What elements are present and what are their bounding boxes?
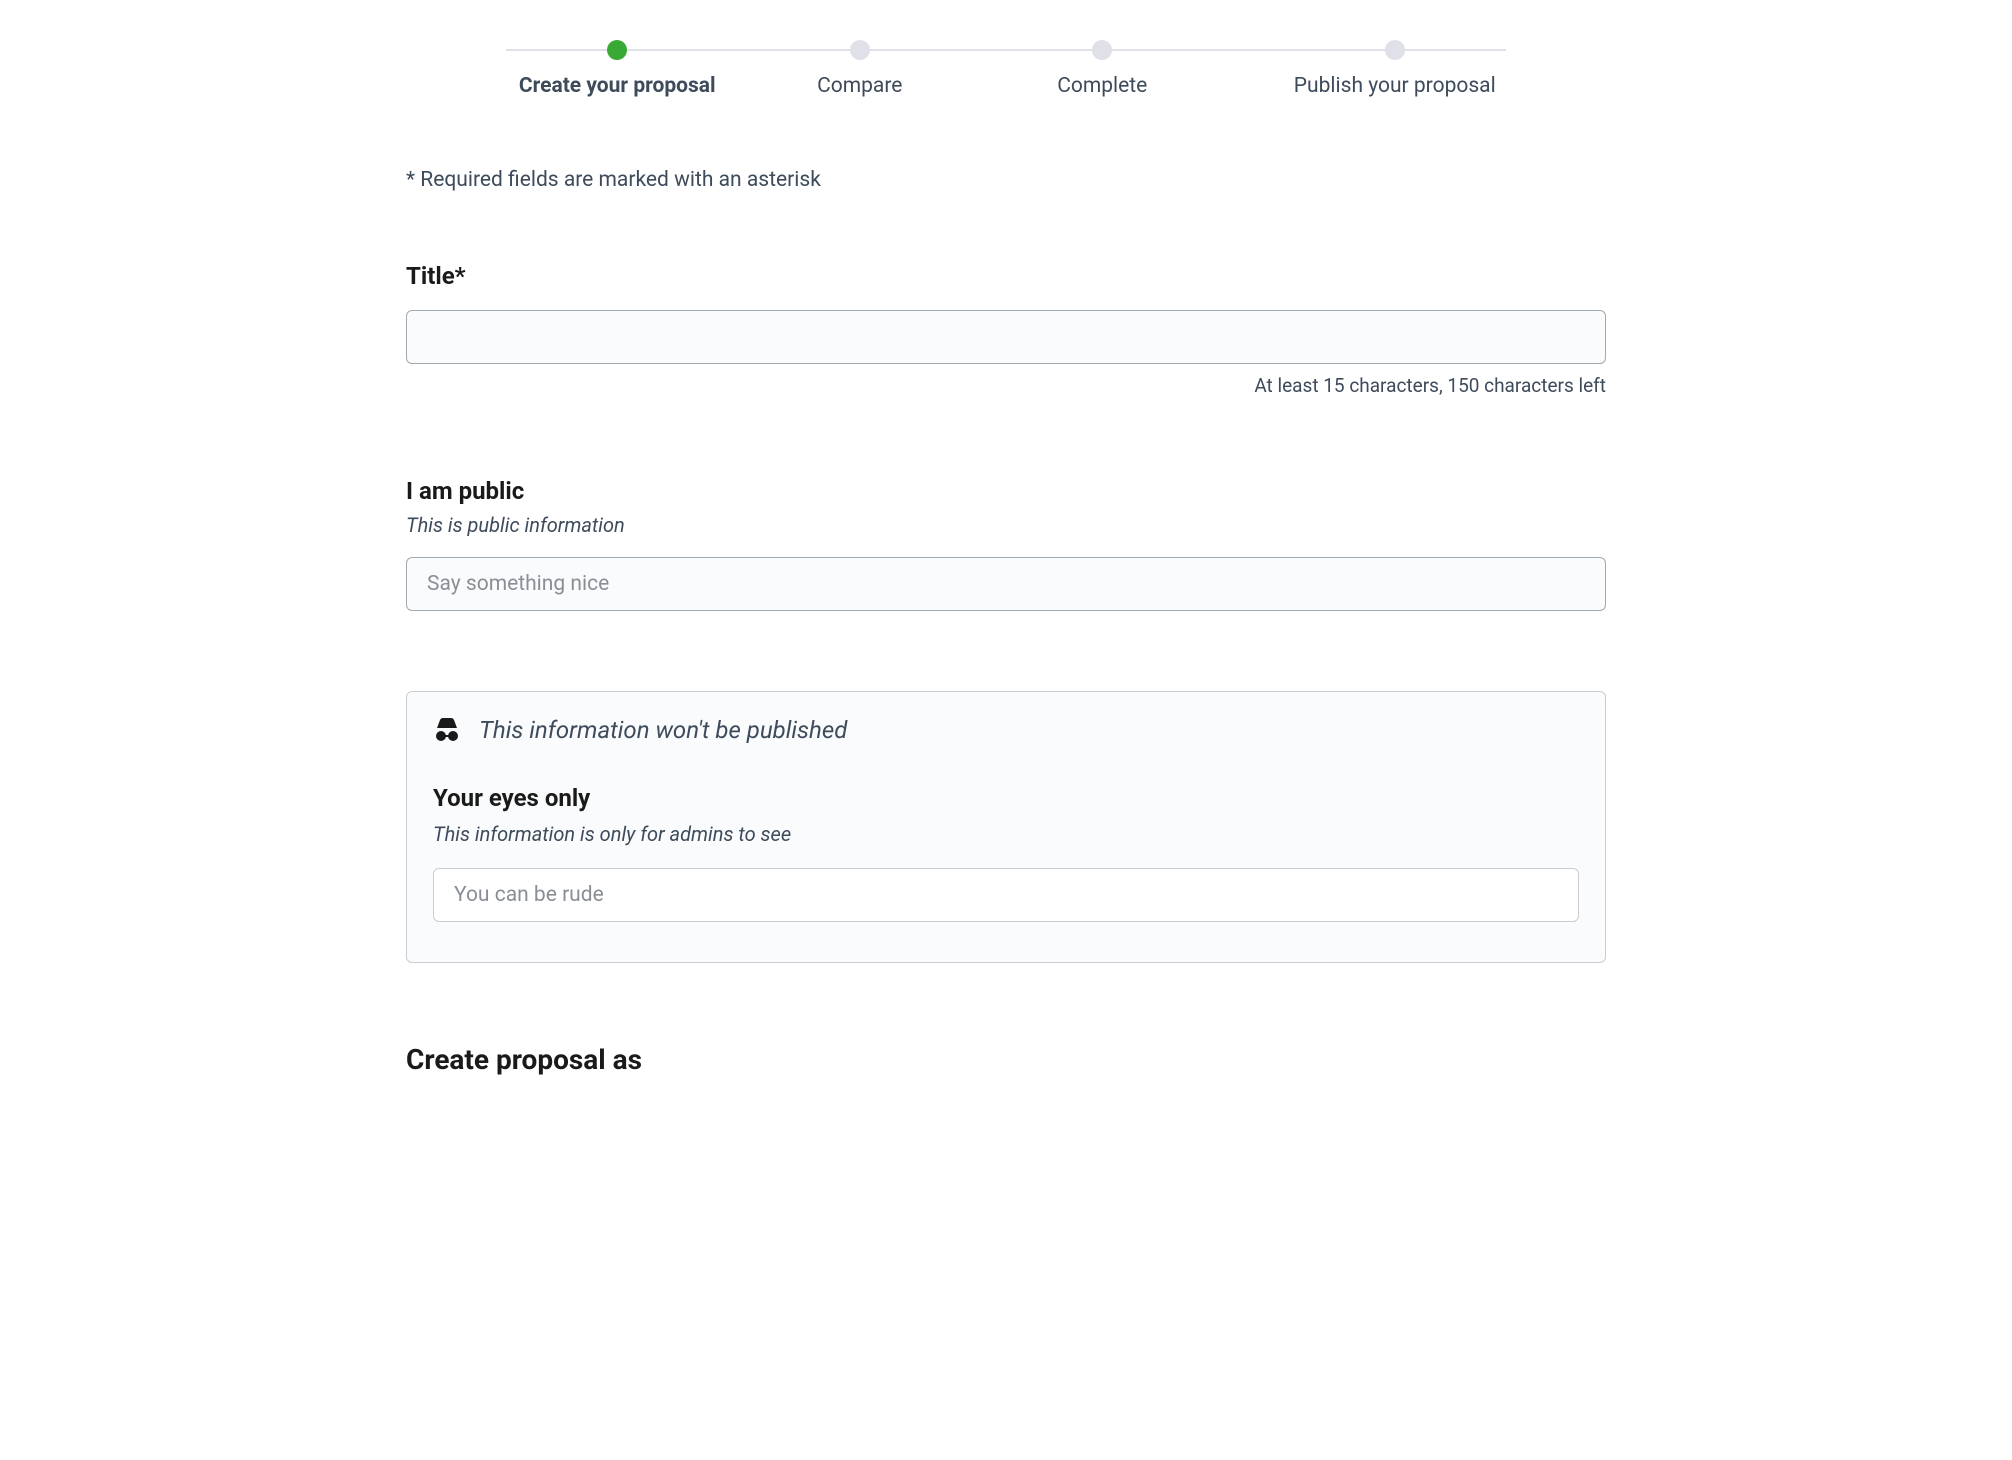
- wizard-steps: Create your proposal Compare Complete Pu…: [456, 40, 1556, 98]
- wizard-dot: [1385, 40, 1405, 60]
- private-field-label: Your eyes only: [433, 784, 1579, 812]
- private-input[interactable]: [433, 868, 1579, 922]
- private-panel-header: This information won't be published: [433, 716, 1579, 744]
- private-panel: This information won't be published Your…: [406, 691, 1606, 963]
- wizard-label: Create your proposal: [519, 74, 716, 98]
- wizard-label: Complete: [1057, 74, 1147, 98]
- create-as-heading: Create proposal as: [406, 1043, 1606, 1076]
- incognito-icon: [433, 718, 461, 742]
- wizard-label: Publish your proposal: [1294, 74, 1496, 98]
- wizard-dot: [1092, 40, 1112, 60]
- wizard-dot: [850, 40, 870, 60]
- wizard-step-complete[interactable]: Complete: [981, 40, 1224, 98]
- public-label: I am public: [406, 477, 1606, 505]
- required-fields-note: * Required fields are marked with an ast…: [406, 168, 1606, 192]
- wizard-dot-active: [607, 40, 627, 60]
- wizard-label: Compare: [817, 74, 902, 98]
- public-input[interactable]: [406, 557, 1606, 611]
- private-field-help: This information is only for admins to s…: [433, 822, 1579, 846]
- wizard-step-publish[interactable]: Publish your proposal: [1224, 40, 1517, 98]
- title-field-group: Title* At least 15 characters, 150 chara…: [406, 262, 1606, 397]
- public-field-group: I am public This is public information: [406, 477, 1606, 611]
- title-input[interactable]: [406, 310, 1606, 364]
- wizard-step-create[interactable]: Create your proposal: [496, 40, 739, 98]
- public-help: This is public information: [406, 513, 1606, 537]
- title-label: Title*: [406, 262, 1606, 290]
- title-char-count: At least 15 characters, 150 characters l…: [406, 374, 1606, 397]
- private-header-text: This information won't be published: [479, 716, 847, 744]
- wizard-step-compare[interactable]: Compare: [739, 40, 982, 98]
